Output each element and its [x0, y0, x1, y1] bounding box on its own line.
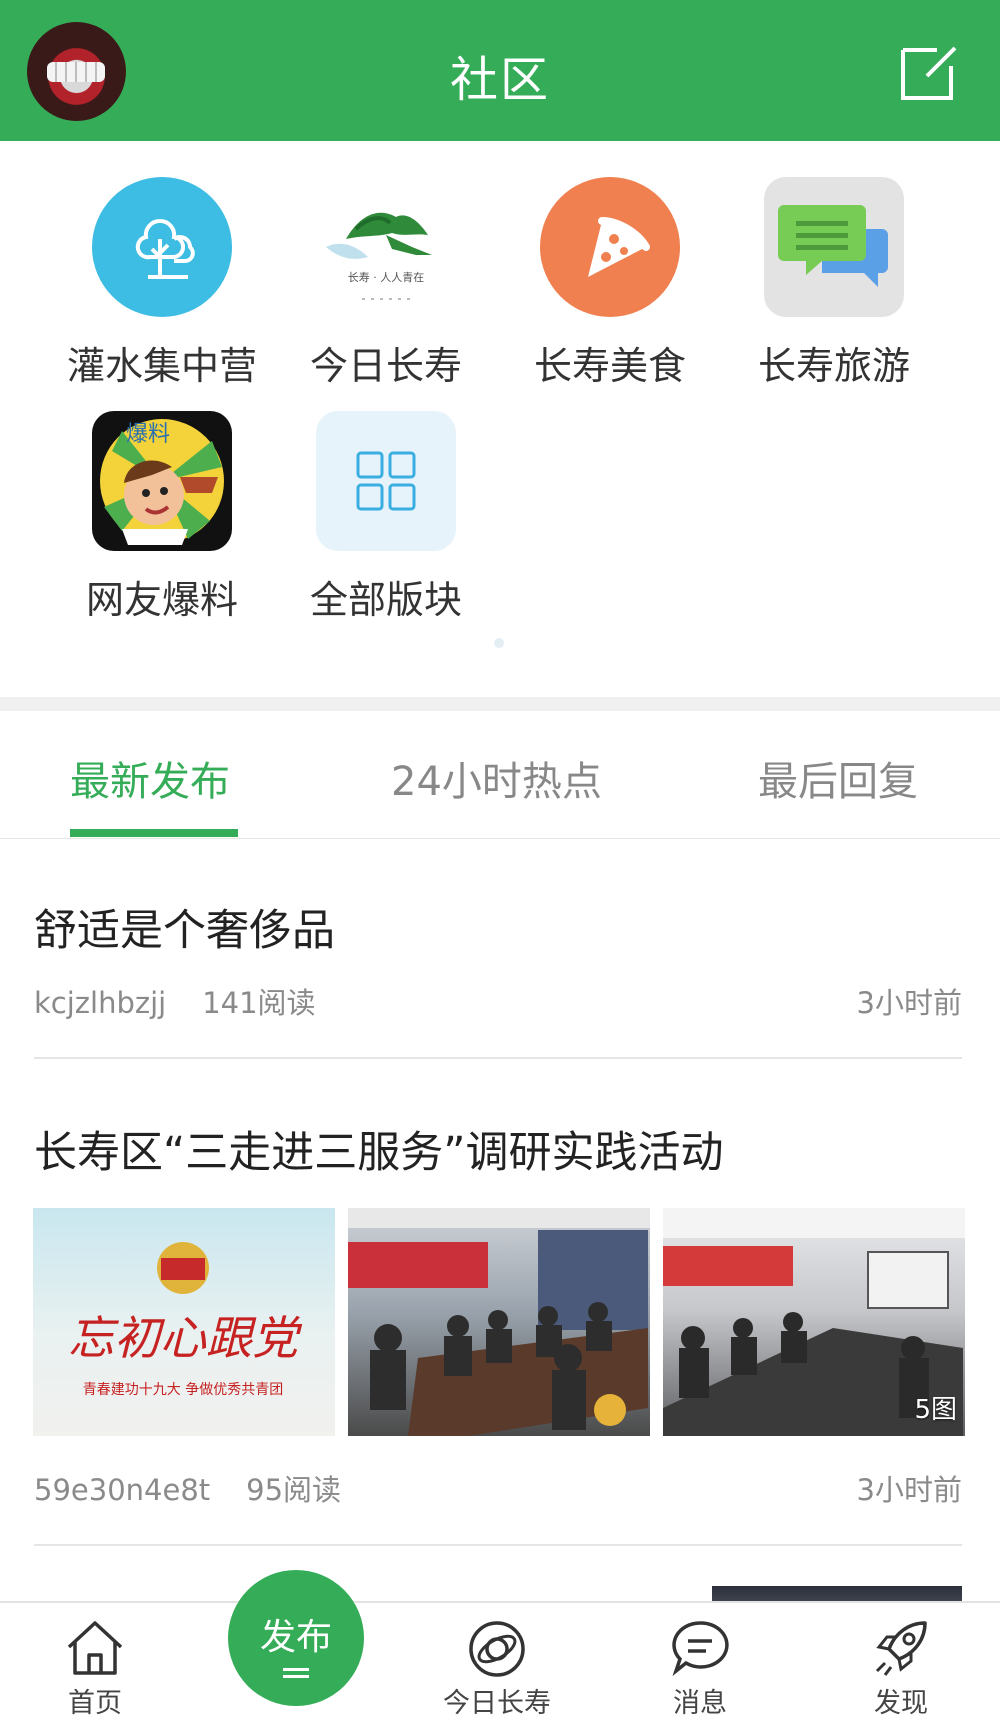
post-time: 3小时前	[856, 1473, 962, 1507]
app-header: 社区	[0, 0, 1000, 141]
tabbar-label: 首页	[68, 1688, 122, 1719]
post-image[interactable]	[348, 1208, 650, 1436]
board-changshou-meishi[interactable]: 长寿美食	[510, 177, 710, 390]
tree-icon	[92, 177, 232, 317]
grid-icon	[316, 411, 456, 551]
board-label: 灌水集中营	[66, 344, 257, 388]
logo-text: 爆料	[126, 422, 170, 447]
publish-label: 发布	[259, 1617, 332, 1658]
board-label: 全部版块	[309, 578, 462, 622]
board-label: 今日长寿	[309, 344, 462, 388]
post-image[interactable]: 5图	[663, 1208, 965, 1436]
logo-text: 长寿 · 人人青在	[348, 270, 425, 284]
baoliao-chef-icon: 爆料	[92, 411, 232, 551]
publish-button[interactable]: 发布	[228, 1570, 364, 1706]
tabbar-discover[interactable]: 发现	[821, 1617, 981, 1719]
board-label: 网友爆料	[85, 578, 238, 622]
post-time: 3小时前	[856, 986, 962, 1020]
post-title[interactable]: 舒适是个奢侈品	[34, 896, 335, 958]
publish-dash-icon	[283, 1668, 309, 1671]
post-divider	[34, 1057, 962, 1059]
tabbar-label: 今日长寿	[443, 1688, 551, 1719]
board-changshou-lvyou[interactable]: 长寿旅游	[734, 177, 934, 390]
rocket-icon	[875, 1621, 927, 1676]
image-count-badge: 5图	[914, 1395, 957, 1425]
chat-bubbles-icon	[764, 177, 904, 317]
active-tab-indicator	[70, 829, 238, 837]
tabbar-home[interactable]: 首页	[15, 1617, 175, 1719]
board-guanshui[interactable]: 灌水集中营	[62, 177, 262, 390]
pager-dot	[494, 638, 504, 648]
post-reads: 141阅读	[202, 986, 316, 1020]
board-label: 长寿美食	[533, 344, 686, 388]
post-divider	[34, 1544, 962, 1546]
tabbar-label: 发现	[874, 1688, 928, 1719]
jinri-changshou-logo: 长寿 · 人人青在	[316, 177, 456, 317]
tabbar-jinri-changshou[interactable]: 今日长寿	[417, 1617, 577, 1719]
page-title: 社区	[449, 52, 550, 108]
message-icon	[672, 1621, 729, 1677]
pizza-icon	[540, 177, 680, 317]
compose-icon[interactable]	[897, 40, 961, 104]
post-reads: 95阅读	[246, 1473, 342, 1507]
banner-slogan: 忘初心跟党	[68, 1311, 303, 1365]
tab-latest[interactable]: 最新发布	[70, 749, 230, 807]
post-meta: 59e30n4e8t 95阅读	[34, 1467, 341, 1509]
board-grid: 灌水集中营 长寿 · 人人青在 今日长寿 长寿美食 长寿旅游 爆料 网友爆料 全…	[0, 141, 1000, 695]
home-icon	[67, 1621, 123, 1675]
banner-subtitle: 青春建功十九大 争做优秀共青团	[83, 1382, 283, 1398]
post-meta: kcjzlhbzjj 141阅读	[34, 980, 316, 1022]
board-wangyou-baoliao[interactable]: 爆料 网友爆料	[62, 411, 262, 624]
tab-last-reply[interactable]: 最后回复	[758, 749, 918, 807]
planet-icon	[469, 1621, 525, 1677]
board-jinri-changshou[interactable]: 长寿 · 人人青在 今日长寿	[286, 177, 486, 390]
board-label: 长寿旅游	[757, 344, 910, 388]
bottom-tab-bar: 首页 今日长寿 消息 发现	[0, 1601, 1000, 1719]
post-author: 59e30n4e8t	[34, 1473, 211, 1507]
post-title[interactable]: 长寿区“三走进三服务”调研实践活动	[34, 1118, 724, 1180]
tabbar-messages[interactable]: 消息	[620, 1617, 780, 1719]
section-separator	[0, 697, 1000, 711]
feed-tabs: 最新发布 24小时热点 最后回复	[0, 711, 1000, 839]
board-quanbu-bankuai[interactable]: 全部版块	[286, 411, 486, 624]
tabbar-label: 消息	[673, 1688, 727, 1719]
post-image[interactable]: 忘初心跟党 青春建功十九大 争做优秀共青团	[33, 1208, 335, 1436]
post-author: kcjzlhbzjj	[34, 986, 167, 1020]
tab-24h-hot[interactable]: 24小时热点	[391, 749, 602, 807]
